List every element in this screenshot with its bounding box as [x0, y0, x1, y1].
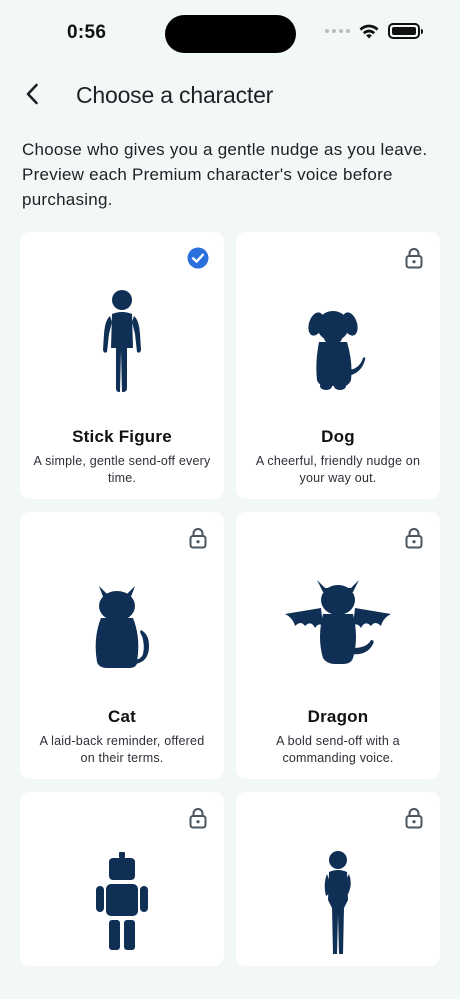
stick-figure-illustration: [20, 284, 224, 396]
dog-illustration: [236, 284, 440, 394]
character-description: A bold send-off with a commanding voice.: [276, 734, 400, 765]
character-name: Dog: [321, 427, 355, 446]
character-card-cat[interactable]: Cat A laid-back reminder, offered on the…: [20, 512, 224, 779]
cat-illustration: [20, 564, 224, 676]
character-card-dragon[interactable]: Dragon A bold send-off with a commanding…: [236, 512, 440, 779]
intro-text: Choose who gives you a gentle nudge as y…: [22, 140, 428, 209]
status-indicators: [325, 23, 423, 39]
battery-icon: [388, 23, 423, 39]
chevron-left-icon: [26, 83, 38, 105]
character-card-robot[interactable]: [20, 792, 224, 966]
cellular-signal-icon: [325, 29, 350, 33]
checkmark-circle-icon: [186, 246, 210, 270]
lock-icon: [402, 526, 426, 550]
character-card-stick-figure[interactable]: Stick Figure A simple, gentle send-off e…: [20, 232, 224, 499]
dynamic-island: [165, 15, 296, 53]
person-illustration: [236, 842, 440, 958]
page-title: Choose a character: [76, 82, 274, 108]
lock-icon: [186, 526, 210, 550]
wifi-icon: [359, 24, 379, 39]
status-time: 0:56: [67, 22, 107, 43]
back-button[interactable]: [14, 76, 50, 112]
lock-icon: [186, 806, 210, 830]
character-description: A cheerful, friendly nudge on your way o…: [255, 454, 421, 485]
dragon-illustration: [236, 564, 440, 670]
character-name: Cat: [108, 707, 136, 726]
character-card-person[interactable]: [236, 792, 440, 966]
lock-icon: [402, 806, 426, 830]
lock-icon: [402, 246, 426, 270]
character-description: A simple, gentle send-off every time.: [33, 454, 211, 485]
character-picker-screen: 0:56 Choose a character Choose who gives…: [0, 0, 460, 999]
character-name: Stick Figure: [72, 427, 172, 446]
robot-illustration: [20, 842, 224, 954]
navigation-header: Choose a character: [0, 72, 460, 118]
character-card-dog[interactable]: Dog A cheerful, friendly nudge on your w…: [236, 232, 440, 499]
status-bar: 0:56: [0, 0, 460, 66]
character-description: A laid-back reminder, offered on their t…: [39, 734, 205, 765]
character-name: Dragon: [307, 707, 369, 726]
